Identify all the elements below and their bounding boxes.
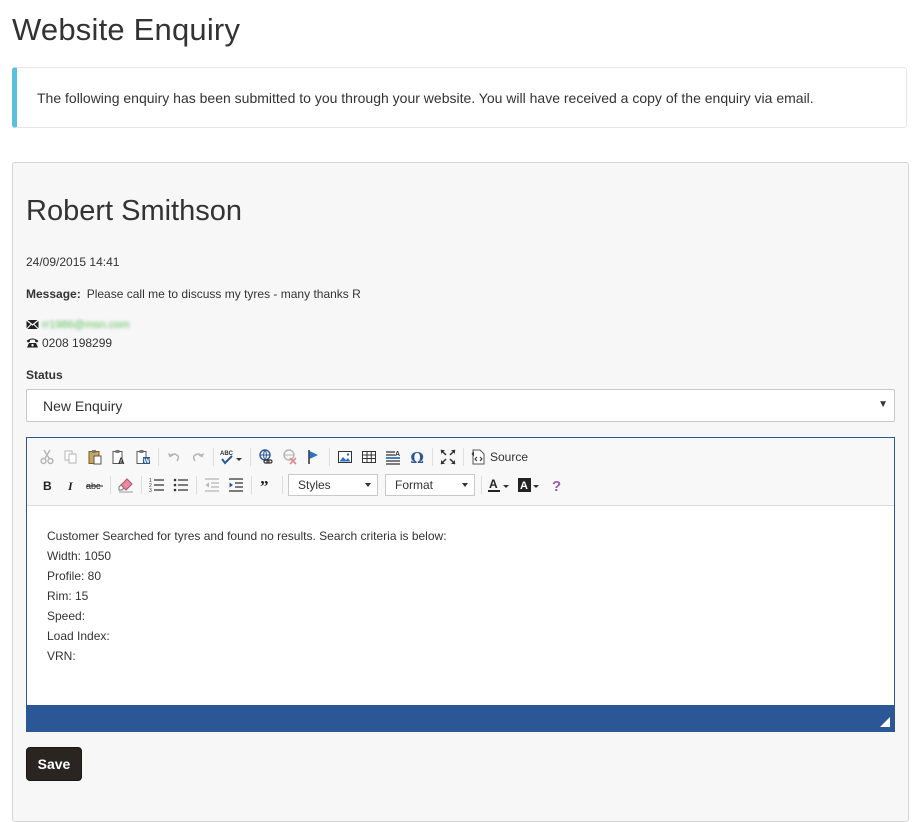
toolbar-separator: [481, 476, 482, 494]
styles-label: Styles: [298, 478, 331, 492]
enquirer-name: Robert Smithson: [26, 195, 242, 227]
paste-word-icon[interactable]: W: [131, 446, 155, 468]
notice-text: The following enquiry has been submitted…: [37, 89, 814, 106]
format-dropdown[interactable]: Format: [385, 474, 475, 496]
toolbar-separator: [213, 448, 214, 466]
help-icon[interactable]: ?: [545, 474, 569, 496]
envelope-icon: [26, 319, 39, 331]
toolbar-separator: [251, 476, 252, 494]
svg-text:B: B: [43, 479, 52, 493]
undo-icon[interactable]: [162, 446, 186, 468]
save-button[interactable]: Save: [26, 747, 82, 781]
source-button[interactable]: Source: [467, 446, 532, 468]
svg-text:W: W: [144, 458, 151, 465]
editor-line: Load Index:: [47, 629, 110, 643]
resize-handle-icon[interactable]: [880, 717, 890, 727]
format-caret-icon: [462, 483, 468, 487]
editor-line: Customer Searched for tyres and found no…: [47, 529, 447, 543]
decrease-indent-icon[interactable]: [200, 474, 224, 496]
styles-dropdown[interactable]: Styles: [288, 474, 378, 496]
spellcheck-icon[interactable]: ABC: [217, 446, 247, 468]
toolbar-row-2: B I abc 123 ” Styles Format A A ?: [35, 474, 569, 496]
toolbar-separator: [141, 476, 142, 494]
svg-text:”: ”: [260, 477, 269, 493]
editor-line: Rim: 15: [47, 589, 89, 603]
toolbar-separator: [158, 448, 159, 466]
anchor-flag-icon[interactable]: [302, 446, 326, 468]
toolbar-separator: [196, 476, 197, 494]
remove-format-eraser-icon[interactable]: [114, 474, 138, 496]
toolbar-separator: [282, 476, 283, 494]
phone-row: 0208 198299: [26, 336, 112, 350]
source-label: Source: [490, 450, 529, 464]
status-label: Status: [26, 368, 63, 382]
toolbar-separator: [329, 448, 330, 466]
special-character-omega-icon[interactable]: Ω: [405, 446, 429, 468]
enquiry-panel: Robert Smithson 24/09/2015 14:41 Message…: [12, 162, 909, 822]
toolbar-separator: [463, 448, 464, 466]
copy-icon[interactable]: [59, 446, 83, 468]
svg-text:A: A: [489, 477, 498, 491]
page-title: Website Enquiry: [12, 12, 241, 47]
horizontal-rule-icon[interactable]: A: [381, 446, 405, 468]
paste-text-icon[interactable]: A: [107, 446, 131, 468]
increase-indent-icon[interactable]: [224, 474, 248, 496]
redo-icon[interactable]: [186, 446, 210, 468]
phone-number: 0208 198299: [42, 336, 113, 350]
svg-text:A: A: [520, 480, 528, 492]
toolbar-separator: [250, 448, 251, 466]
strikethrough-icon[interactable]: abc: [83, 474, 107, 496]
dropdown-caret-icon: ▼: [878, 399, 888, 410]
svg-text:A: A: [395, 451, 400, 458]
text-color-icon[interactable]: A: [485, 474, 515, 496]
bold-icon[interactable]: B: [35, 474, 59, 496]
editor-statusbar: [27, 705, 894, 731]
status-selected-value: New Enquiry: [43, 397, 123, 414]
message-label: Message:: [26, 287, 81, 301]
editor-line: Width: 1050: [47, 549, 112, 563]
styles-caret-icon: [365, 483, 371, 487]
format-label: Format: [395, 478, 434, 492]
svg-text:3: 3: [149, 488, 152, 493]
cut-icon[interactable]: [35, 446, 59, 468]
paste-icon[interactable]: [83, 446, 107, 468]
link-icon[interactable]: [254, 446, 278, 468]
source-code-icon: [471, 449, 485, 465]
phone-icon: [26, 337, 39, 349]
image-icon[interactable]: [333, 446, 357, 468]
svg-text:I: I: [67, 479, 74, 493]
toolbar-separator: [432, 448, 433, 466]
background-color-icon[interactable]: A: [515, 474, 545, 496]
table-icon[interactable]: [357, 446, 381, 468]
blockquote-icon[interactable]: ”: [255, 474, 279, 496]
editor-line: Profile: 80: [47, 569, 102, 583]
email-link[interactable]: rr1986@msn.com: [42, 319, 130, 331]
info-callout: The following enquiry has been submitted…: [12, 67, 907, 128]
toolbar-row-1: A W ABC A Ω Source: [35, 446, 532, 468]
editor-content[interactable]: Customer Searched for tyres and found no…: [47, 526, 447, 666]
unlink-icon[interactable]: [278, 446, 302, 468]
email-row: rr1986@msn.com: [26, 319, 130, 331]
bulleted-list-icon[interactable]: [169, 474, 193, 496]
svg-text:Ω: Ω: [411, 449, 424, 465]
svg-text:A: A: [118, 456, 125, 465]
editor-toolbar: A W ABC A Ω Source B I abc 1 2 3 ” Style…: [27, 438, 894, 506]
svg-text:?: ?: [552, 478, 561, 493]
status-select[interactable]: New Enquiry ▼: [26, 389, 895, 422]
toolbar-separator: [110, 476, 111, 494]
rich-text-editor: A W ABC A Ω Source B I abc 1 2 3 ” Style…: [26, 437, 895, 732]
enquiry-datetime: 24/09/2015 14:41: [26, 255, 120, 269]
italic-icon[interactable]: I: [59, 474, 83, 496]
message-text: Please call me to discuss my tyres - man…: [86, 287, 361, 301]
editor-line: Speed:: [47, 609, 86, 623]
numbered-list-icon[interactable]: 123: [145, 474, 169, 496]
enquiry-message: Message: Please call me to discuss my tyr…: [26, 287, 361, 301]
maximize-icon[interactable]: [436, 446, 460, 468]
editor-line: VRN:: [47, 649, 76, 663]
